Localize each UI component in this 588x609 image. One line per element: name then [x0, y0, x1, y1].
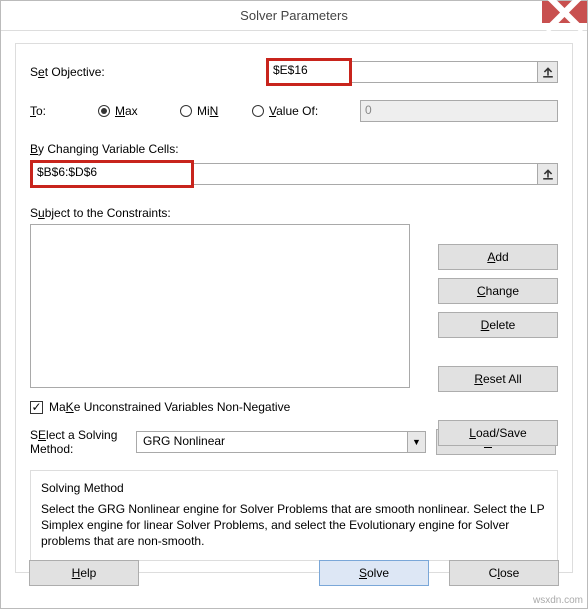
watermark: wsxdn.com [533, 595, 583, 606]
solve-button[interactable]: Solve [319, 560, 429, 586]
add-button[interactable]: Add [438, 244, 558, 270]
dialog-content: Set Objective: $E$16 To: Max [15, 43, 573, 596]
solving-method-value: GRG Nonlinear [136, 431, 408, 453]
changing-cells-input-ext[interactable] [194, 163, 538, 185]
titlebar: Solver Parameters [1, 1, 587, 31]
constraints-label: Subject to the Constraints: [30, 206, 558, 220]
change-button[interactable]: Change [438, 278, 558, 304]
collapse-dialog-icon[interactable] [538, 61, 558, 83]
constraint-buttons: Add Change Delete Reset All Load/Save [438, 244, 558, 446]
objective-input-ext[interactable] [352, 61, 538, 83]
solving-method-select[interactable]: GRG Nonlinear ▼ [136, 431, 426, 453]
info-title: Solving Method [41, 481, 547, 495]
main-panel: Set Objective: $E$16 To: Max [15, 43, 573, 573]
min-radio[interactable]: MiN [180, 104, 252, 118]
valueof-radio[interactable]: Value Of: [252, 104, 360, 118]
help-button[interactable]: Help [29, 560, 139, 586]
radio-icon [180, 105, 192, 117]
set-objective-label: Set Objective: [30, 65, 266, 79]
delete-button[interactable]: Delete [438, 312, 558, 338]
by-changing-label: By Changing Variable Cells: [30, 142, 558, 156]
chevron-down-icon: ▼ [408, 431, 426, 453]
radio-icon [252, 105, 264, 117]
max-radio[interactable]: Max [98, 104, 180, 118]
solver-dialog: Solver Parameters Set Objective: $E$16 [0, 0, 588, 609]
load-save-button[interactable]: Load/Save [438, 420, 558, 446]
window-title: Solver Parameters [240, 8, 348, 23]
non-negative-checkbox[interactable]: ✓ [30, 401, 43, 414]
valueof-input: 0 [360, 100, 558, 122]
objective-input[interactable]: $E$16 [269, 61, 349, 83]
reset-all-button[interactable]: Reset All [438, 366, 558, 392]
changing-cells-input[interactable]: $B$6:$D$6 [33, 163, 191, 185]
radio-icon [98, 105, 110, 117]
info-body: Select the GRG Nonlinear engine for Solv… [41, 501, 547, 550]
dialog-footer: Help Solve Close [29, 560, 559, 586]
select-method-label: SElect a Solving Method: [30, 428, 126, 456]
constraints-listbox[interactable] [30, 224, 410, 388]
close-icon[interactable] [542, 1, 587, 23]
collapse-dialog-icon[interactable] [538, 163, 558, 185]
solving-method-info: Solving Method Select the GRG Nonlinear … [30, 470, 558, 561]
non-negative-label: MaKe Unconstrained Variables Non-Negativ… [49, 400, 290, 414]
to-label: To: [30, 104, 98, 118]
close-button[interactable]: Close [449, 560, 559, 586]
